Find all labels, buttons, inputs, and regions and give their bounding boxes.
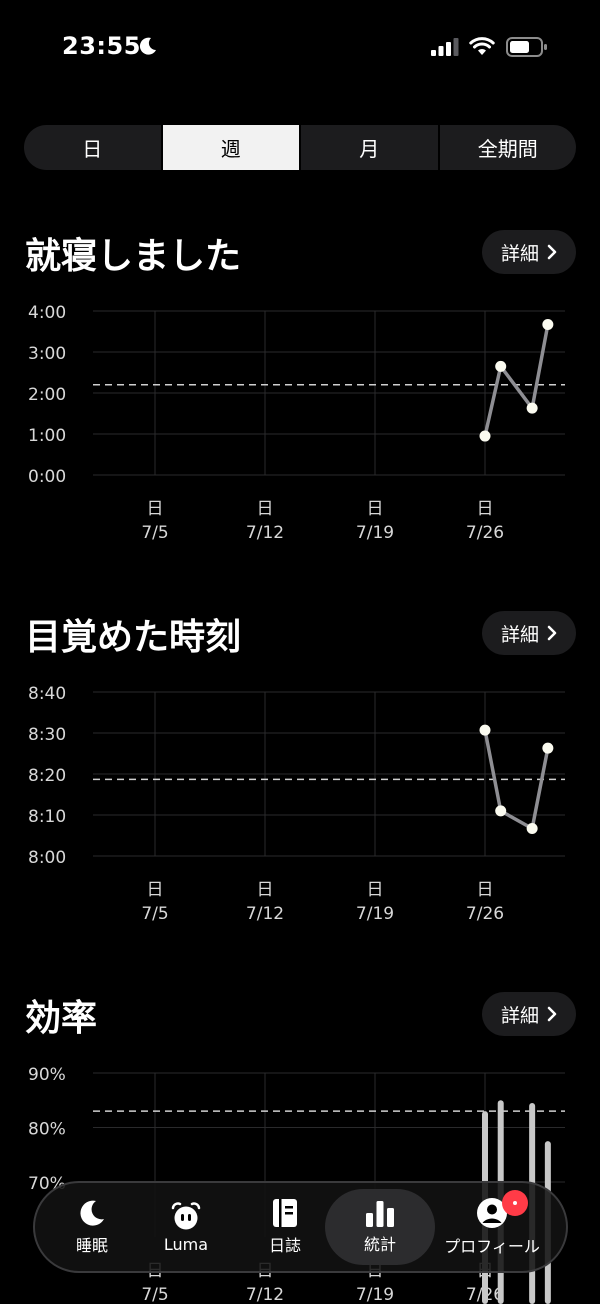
wifi-icon xyxy=(469,37,495,55)
wake-section-title: 目覚めた時刻 xyxy=(25,617,242,658)
segment-week[interactable]: 週 xyxy=(162,125,301,170)
status-time: 23:55 xyxy=(62,32,141,60)
tab-sleep[interactable]: 睡眠 xyxy=(57,1183,127,1271)
data-point xyxy=(479,724,491,736)
data-point xyxy=(542,742,554,754)
x-tick-day-label: 日 xyxy=(477,880,494,900)
efficiency-detail-button[interactable]: 詳細 xyxy=(482,992,576,1036)
x-tick-date-label: 7/12 xyxy=(246,523,284,543)
tab-profile-label: プロフィール xyxy=(444,1237,540,1256)
wake-detail-button[interactable]: 詳細 xyxy=(482,611,576,655)
segment-all-time[interactable]: 全期間 xyxy=(440,125,577,170)
x-tick-date-label: 7/26 xyxy=(466,904,504,924)
wake-chart: 8:40 8:30 8:20 8:10 8:00 日 7/5 日 7/12 日 7/19 日 7/26 xyxy=(0,676,600,936)
alarm-clock-icon xyxy=(171,1201,201,1229)
y-tick-label: 1:00 xyxy=(28,426,66,446)
tab-journal-label: 日誌 xyxy=(268,1236,301,1255)
chevron-right-icon xyxy=(547,244,557,260)
tab-bar: 睡眠 Luma 日誌 統計 プロフィール xyxy=(33,1181,568,1273)
x-tick-date-label: 7/26 xyxy=(466,523,504,543)
chevron-right-icon xyxy=(547,1006,557,1022)
journal-icon xyxy=(273,1199,297,1227)
notification-badge xyxy=(502,1190,528,1216)
data-point xyxy=(526,823,538,835)
y-tick-label: 8:30 xyxy=(28,725,66,745)
tab-journal[interactable]: 日誌 xyxy=(250,1183,320,1271)
y-tick-label: 3:00 xyxy=(28,344,66,364)
data-point xyxy=(542,319,554,331)
detail-label: 詳細 xyxy=(500,1004,539,1027)
y-tick-label: 2:00 xyxy=(28,385,66,405)
efficiency-section-title: 効率 xyxy=(25,998,98,1039)
bar-chart-icon xyxy=(366,1201,394,1227)
tab-luma[interactable]: Luma xyxy=(151,1183,221,1271)
detail-label: 詳細 xyxy=(500,242,539,265)
x-tick-date-label: 7/5 xyxy=(141,523,168,543)
bedtime-chart: 4:00 3:00 2:00 1:00 0:00 日 7/5 日 7/12 日 7/19 日 7/26 xyxy=(0,295,600,555)
detail-label: 詳細 xyxy=(500,623,539,646)
tab-luma-label: Luma xyxy=(163,1234,209,1254)
tab-sleep-label: 睡眠 xyxy=(75,1236,108,1255)
x-tick-date-label: 7/19 xyxy=(356,523,394,543)
x-tick-day-label: 日 xyxy=(147,499,164,519)
bedtime-detail-button[interactable]: 詳細 xyxy=(482,230,576,274)
data-point xyxy=(479,430,491,442)
y-tick-label: 80% xyxy=(28,1120,66,1140)
wake-plot: 8:40 8:30 8:20 8:10 8:00 日 7/5 日 7/12 日 7/19 日 7/26 xyxy=(28,684,565,924)
x-tick-day-label: 日 xyxy=(147,880,164,900)
x-tick-date-label: 7/19 xyxy=(356,1285,394,1304)
tab-stats-label: 統計 xyxy=(363,1235,396,1254)
data-point xyxy=(495,360,507,372)
x-tick-date-label: 7/12 xyxy=(246,904,284,924)
x-tick-date-label: 7/5 xyxy=(141,1285,168,1304)
data-point xyxy=(526,402,538,414)
y-tick-label: 8:40 xyxy=(28,684,66,704)
segment-day[interactable]: 日 xyxy=(24,125,163,170)
y-tick-label: 8:00 xyxy=(28,848,66,868)
x-tick-day-label: 日 xyxy=(477,499,494,519)
y-tick-label: 0:00 xyxy=(28,467,66,487)
status-bar: 23:55 xyxy=(0,0,600,96)
data-point xyxy=(495,805,507,817)
x-tick-day-label: 日 xyxy=(257,499,274,519)
bedtime-section-title: 就寝しました xyxy=(25,236,242,277)
x-tick-date-label: 7/19 xyxy=(356,904,394,924)
x-tick-date-label: 7/12 xyxy=(246,1285,284,1304)
y-tick-label: 90% xyxy=(28,1065,66,1085)
battery-icon xyxy=(506,37,547,57)
x-tick-day-label: 日 xyxy=(367,880,384,900)
moon-icon xyxy=(139,37,156,55)
moon-icon xyxy=(80,1200,104,1226)
y-tick-label: 8:20 xyxy=(28,766,66,786)
series-line xyxy=(483,324,550,437)
bedtime-plot: 4:00 3:00 2:00 1:00 0:00 日 7/5 日 7/12 日 7/19 日 7/26 xyxy=(28,303,565,543)
x-tick-date-label: 7/5 xyxy=(141,904,168,924)
tab-stats[interactable]: 統計 xyxy=(325,1189,435,1265)
x-tick-day-label: 日 xyxy=(257,880,274,900)
chevron-right-icon xyxy=(547,625,557,641)
segment-month[interactable]: 月 xyxy=(301,125,440,170)
cellular-signal-icon xyxy=(431,38,459,56)
period-segmented-control: 日 週 月 全期間 xyxy=(24,125,576,170)
tab-profile[interactable]: プロフィール xyxy=(442,1183,542,1271)
y-tick-label: 4:00 xyxy=(28,303,66,323)
x-tick-day-label: 日 xyxy=(367,499,384,519)
y-tick-label: 8:10 xyxy=(28,807,66,827)
